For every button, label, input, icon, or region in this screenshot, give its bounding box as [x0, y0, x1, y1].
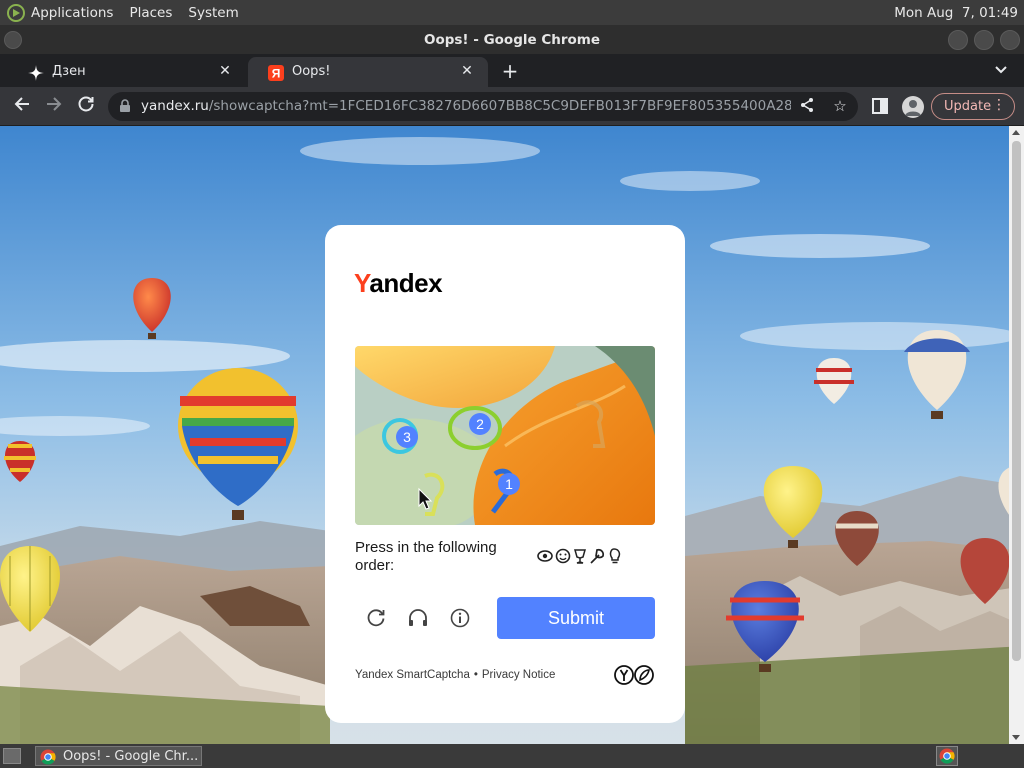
panel-clock[interactable]: Mon Aug 7, 01:49: [894, 5, 1018, 21]
info-button[interactable]: [448, 606, 472, 630]
maximize-button[interactable]: [974, 30, 994, 50]
forward-button[interactable]: [42, 95, 66, 119]
chevron-down-icon: [995, 66, 1007, 74]
svg-text:3: 3: [403, 429, 411, 445]
svg-text:1: 1: [505, 476, 513, 492]
smartcaptcha-link[interactable]: Yandex SmartCaptcha: [355, 669, 470, 681]
scroll-down-arrow-icon[interactable]: [1012, 735, 1020, 740]
distro-logo-icon[interactable]: [7, 3, 25, 22]
marker-3[interactable]: 3: [396, 426, 418, 448]
address-bar[interactable]: yandex.ru/showcaptcha?mt=1FCED16FC38276D…: [108, 92, 858, 121]
kebab-menu-icon[interactable]: ⋮: [992, 97, 1006, 113]
bookmark-star-icon[interactable]: ☆: [831, 97, 849, 115]
system-menu[interactable]: System: [188, 5, 238, 21]
submit-button[interactable]: Submit: [497, 597, 655, 639]
lock-icon[interactable]: [118, 99, 132, 113]
tab-dzen[interactable]: Дзен ✕: [8, 57, 246, 87]
cup-icon: [574, 549, 586, 564]
task-icon-sequence: [537, 548, 621, 564]
reload-icon: [78, 96, 94, 112]
url-text[interactable]: yandex.ru/showcaptcha?mt=1FCED16FC38276D…: [141, 98, 791, 114]
scrollbar-thumb[interactable]: [1012, 141, 1021, 661]
refresh-icon: [367, 609, 385, 627]
url-host: yandex.ru: [141, 98, 209, 114]
forward-arrow-icon: [47, 97, 62, 111]
bottom-taskbar: Oops! - Google Chr...: [0, 744, 1024, 768]
window-title-bar[interactable]: Oops! - Google Chrome: [0, 25, 1024, 54]
page-viewport: Yandex 3 2 1 Press in the following orde…: [0, 126, 1024, 744]
marker-1[interactable]: 1: [498, 473, 520, 495]
audio-captcha-button[interactable]: [406, 606, 430, 630]
person-icon: [905, 100, 921, 116]
taskbar-window-label: Oops! - Google Chr...: [63, 749, 199, 764]
back-button[interactable]: [10, 95, 34, 119]
update-button[interactable]: Update ⋮: [931, 93, 1015, 120]
lightbulb-icon: [609, 548, 621, 564]
close-window-button[interactable]: [1000, 30, 1020, 50]
side-panel-icon: [872, 98, 888, 114]
marker-2[interactable]: 2: [469, 413, 491, 435]
applications-menu[interactable]: Applications: [31, 5, 113, 21]
close-tab-icon[interactable]: ✕: [216, 62, 234, 80]
info-icon: [450, 608, 470, 628]
smiley-icon: [555, 548, 571, 564]
show-desktop-button[interactable]: [3, 748, 21, 764]
captcha-card: Yandex 3 2 1 Press in the following orde…: [325, 225, 685, 723]
captcha-image[interactable]: 3 2 1: [355, 346, 655, 525]
window-title: Oops! - Google Chrome: [423, 32, 601, 48]
places-menu[interactable]: Places: [129, 5, 172, 21]
share-icon[interactable]: [798, 97, 816, 115]
tab-title: Дзен: [52, 64, 86, 79]
url-path: /showcaptcha?mt=1FCED16FC38276D6607BB8C5…: [208, 98, 791, 114]
wrench-icon: [590, 548, 605, 564]
yandex-logo: Yandex: [354, 268, 443, 298]
panel-menus: Applications Places System: [0, 0, 255, 25]
privacy-notice-link[interactable]: Privacy Notice: [482, 669, 556, 681]
refresh-button[interactable]: [364, 606, 388, 630]
tab-strip: Дзен ✕ Я Oops! ✕ +: [0, 54, 1024, 87]
reload-button[interactable]: [74, 95, 98, 119]
tab-title: Oops!: [292, 64, 331, 79]
new-tab-button[interactable]: +: [498, 59, 522, 83]
back-arrow-icon: [14, 97, 29, 111]
yandex-favicon-icon: Я: [268, 65, 284, 81]
chrome-icon: [939, 748, 955, 764]
dzen-star-icon: [28, 65, 44, 81]
svg-text:Я: Я: [272, 67, 281, 81]
update-label: Update: [944, 99, 992, 114]
eye-icon: [537, 550, 553, 562]
page-scrollbar[interactable]: [1009, 126, 1024, 744]
browser-toolbar: yandex.ru/showcaptcha?mt=1FCED16FC38276D…: [0, 87, 1024, 126]
task-instruction: Press in the following order:: [355, 539, 497, 574]
footer-separator: •: [473, 669, 478, 681]
side-panel-button[interactable]: [870, 96, 890, 116]
taskbar-chrome-window[interactable]: Oops! - Google Chr...: [35, 746, 202, 766]
tab-search-chevron-icon[interactable]: [990, 61, 1012, 83]
close-tab-icon[interactable]: ✕: [458, 62, 476, 80]
scroll-up-arrow-icon[interactable]: [1012, 130, 1020, 135]
profile-avatar[interactable]: [902, 96, 924, 118]
smartcaptcha-badge-icon: [614, 665, 654, 685]
chrome-icon: [40, 749, 56, 765]
top-panel: Applications Places System Mon Aug 7, 01…: [0, 0, 1024, 25]
minimize-button[interactable]: [948, 30, 968, 50]
tab-oops[interactable]: Я Oops! ✕: [248, 57, 488, 87]
tray-chrome-icon[interactable]: [936, 746, 958, 766]
svg-text:2: 2: [476, 416, 484, 432]
captcha-footer: Yandex SmartCaptcha • Privacy Notice: [355, 669, 555, 681]
captcha-picture: 3 2 1: [355, 346, 655, 525]
headphones-icon: [409, 609, 427, 626]
